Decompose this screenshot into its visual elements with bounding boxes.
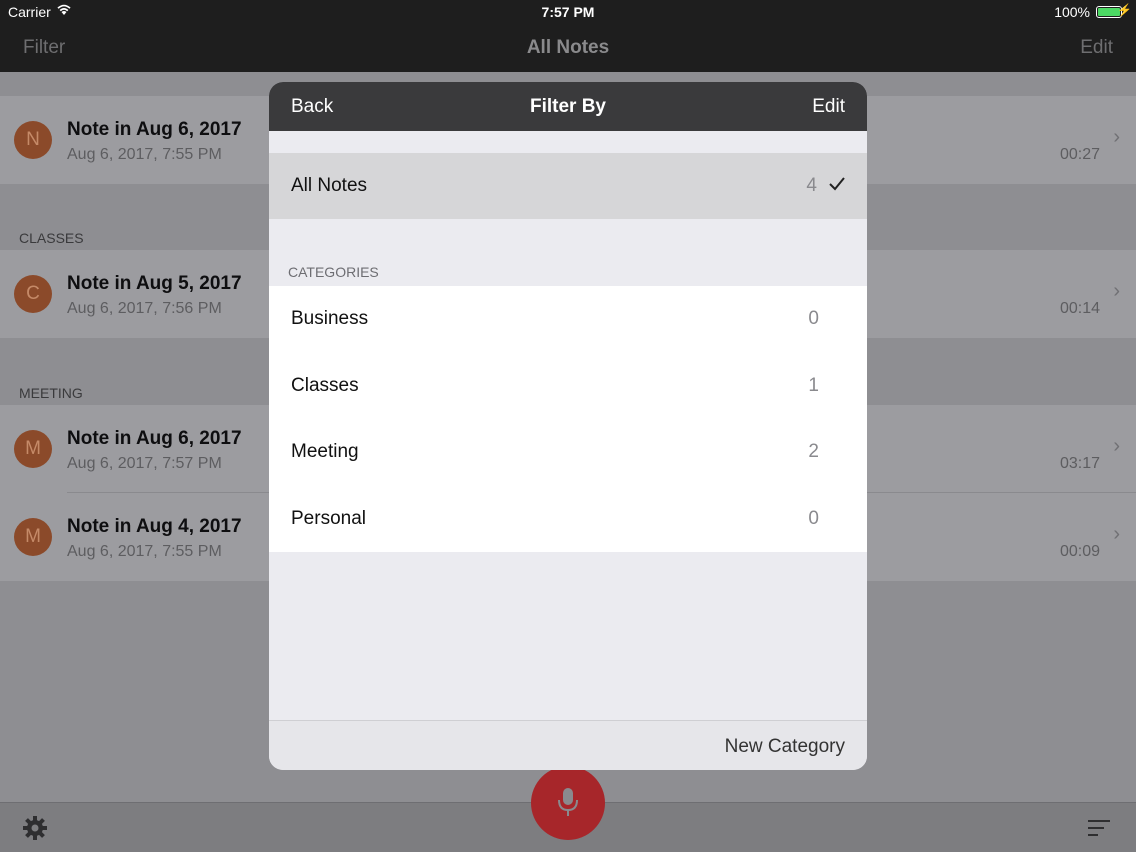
category-count: 1 — [808, 374, 819, 396]
note-duration: 00:14 — [1059, 300, 1100, 317]
modal-edit-button[interactable]: Edit — [812, 96, 845, 118]
category-label: Meeting — [291, 441, 359, 462]
note-title: Note in Aug 4, 2017 — [67, 516, 242, 537]
category-label: Business — [291, 308, 369, 329]
category-count: 2 — [808, 441, 819, 462]
category-label: Personal — [291, 507, 366, 529]
category-row-business[interactable]: Business 0 — [269, 286, 867, 353]
new-category-button[interactable]: New Category — [725, 736, 845, 758]
sort-icon[interactable] — [1088, 818, 1112, 838]
note-date: Aug 6, 2017, 7:57 PM — [67, 455, 222, 472]
all-notes-count: 4 — [806, 175, 817, 196]
status-time: 7:57 PM — [541, 4, 595, 20]
note-date: Aug 6, 2017, 7:55 PM — [67, 146, 222, 163]
chevron-right-icon: › — [1113, 435, 1120, 457]
note-date: Aug 6, 2017, 7:55 PM — [67, 543, 222, 560]
categories-header: CATEGORIES — [288, 264, 379, 280]
charging-icon: ⚡ — [1117, 3, 1132, 17]
checkmark-icon — [829, 177, 845, 191]
chevron-right-icon: › — [1113, 126, 1120, 148]
filter-modal: Back Filter By Edit All Notes 4 CATEGORI… — [269, 82, 867, 770]
avatar: C — [14, 275, 52, 313]
note-duration: 03:17 — [1059, 455, 1100, 472]
all-notes-row[interactable]: All Notes 4 — [269, 153, 867, 219]
note-date: Aug 6, 2017, 7:56 PM — [67, 300, 222, 317]
avatar: M — [14, 430, 52, 468]
category-row-meeting[interactable]: Meeting 2 — [269, 419, 867, 486]
all-notes-label: All Notes — [291, 175, 368, 196]
category-label: Classes — [291, 374, 359, 396]
page-title: All Notes — [526, 37, 610, 58]
edit-button[interactable]: Edit — [1080, 37, 1113, 59]
category-count: 0 — [808, 308, 819, 329]
note-title: Note in Aug 6, 2017 — [67, 428, 242, 449]
avatar: M — [14, 518, 52, 556]
note-duration: 00:09 — [1059, 543, 1100, 560]
microphone-icon — [558, 788, 578, 816]
modal-title: Filter By — [529, 96, 607, 117]
record-button[interactable] — [531, 766, 605, 840]
modal-footer: New Category — [269, 720, 867, 770]
battery-percentage: 100% — [1054, 4, 1090, 20]
nav-bar: Filter All Notes Edit — [0, 24, 1136, 72]
category-count: 0 — [808, 507, 819, 529]
gear-icon[interactable] — [22, 815, 48, 841]
note-duration: 00:27 — [1059, 146, 1100, 163]
categories-list: Business 0 Classes 1 Meeting 2 Personal … — [269, 286, 867, 552]
chevron-right-icon: › — [1113, 280, 1120, 302]
note-title: Note in Aug 6, 2017 — [67, 119, 242, 140]
category-row-classes[interactable]: Classes 1 — [269, 353, 867, 420]
avatar: N — [14, 121, 52, 159]
category-row-personal[interactable]: Personal 0 — [269, 486, 867, 553]
chevron-right-icon: › — [1113, 523, 1120, 545]
status-bar: Carrier 7:57 PM 100% ⚡ — [0, 0, 1136, 24]
modal-header: Back Filter By Edit — [269, 82, 867, 131]
note-title: Note in Aug 5, 2017 — [67, 273, 242, 294]
